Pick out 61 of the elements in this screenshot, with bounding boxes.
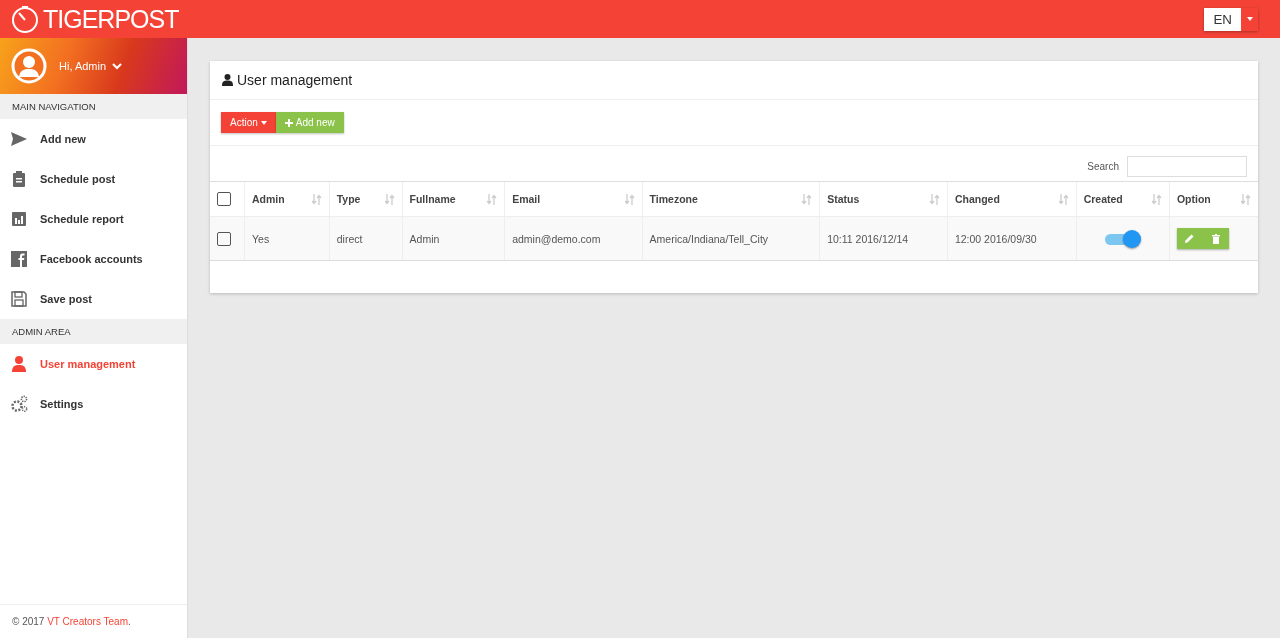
action-button[interactable]: Action bbox=[221, 112, 276, 133]
section-heading: ADMIN AREA bbox=[0, 319, 187, 344]
sort-icon[interactable] bbox=[624, 193, 635, 205]
row-checkbox[interactable] bbox=[217, 231, 231, 246]
sidebar-item[interactable]: Add new bbox=[0, 119, 187, 159]
column-header[interactable]: Admin bbox=[252, 193, 285, 205]
language-button[interactable]: EN bbox=[1204, 7, 1241, 31]
column-header[interactable]: Changed bbox=[954, 193, 1000, 205]
sidebar-item[interactable]: Settings bbox=[0, 384, 187, 424]
sort-icon[interactable] bbox=[929, 193, 940, 205]
column-header[interactable]: Type bbox=[336, 193, 361, 205]
sidebar-item[interactable]: Save post bbox=[0, 279, 187, 319]
column-header[interactable]: Timezone bbox=[649, 193, 698, 205]
table-cell: America/Indiana/Tell_City bbox=[649, 232, 769, 245]
sort-icon[interactable] bbox=[1241, 193, 1251, 205]
sidebar-item[interactable]: Schedule report bbox=[0, 199, 187, 239]
facebook-icon bbox=[10, 250, 28, 268]
user-icon bbox=[222, 74, 233, 86]
search-field[interactable] bbox=[1127, 156, 1247, 177]
language-dropdown[interactable] bbox=[1241, 7, 1258, 31]
table-cell: Admin bbox=[409, 232, 440, 245]
table-cell: 12:00 2016/09/30 bbox=[954, 232, 1037, 245]
column-header[interactable]: Fullname bbox=[409, 193, 456, 205]
copyright-text: © 2017 VT Creators Team. bbox=[0, 604, 187, 638]
column-header[interactable]: Status bbox=[827, 193, 860, 205]
pencil-icon bbox=[1185, 234, 1195, 243]
app-logo: TIGERPOST bbox=[43, 4, 179, 34]
table-cell: 10:11 2016/12/14 bbox=[827, 232, 909, 245]
sort-icon[interactable] bbox=[311, 193, 322, 205]
clipboard-icon bbox=[10, 170, 28, 188]
sort-icon[interactable] bbox=[384, 193, 395, 205]
bar-chart-icon bbox=[10, 210, 28, 228]
created-toggle[interactable] bbox=[1104, 229, 1141, 248]
chevron-down-icon bbox=[112, 62, 123, 70]
column-header[interactable]: Created bbox=[1083, 193, 1123, 205]
search-label: Search bbox=[1087, 161, 1119, 172]
table-cell: direct bbox=[336, 232, 363, 245]
stopwatch-icon bbox=[10, 4, 40, 34]
plus-icon bbox=[284, 118, 293, 127]
select-all-checkbox[interactable] bbox=[217, 192, 231, 206]
sidebar-item[interactable]: User management bbox=[0, 344, 187, 384]
table-cell: admin@demo.com bbox=[512, 232, 601, 245]
column-header[interactable]: Option bbox=[1176, 193, 1211, 205]
team-link[interactable]: VT Creators Team bbox=[47, 616, 128, 627]
sort-icon[interactable] bbox=[1151, 193, 1162, 205]
sort-icon[interactable] bbox=[1058, 193, 1069, 205]
sort-icon[interactable] bbox=[487, 193, 498, 205]
sidebar-item[interactable]: Facebook accounts bbox=[0, 239, 187, 279]
gears-icon bbox=[10, 395, 28, 413]
caret-icon bbox=[260, 120, 267, 125]
send-icon bbox=[10, 130, 28, 148]
panel-title: User management bbox=[237, 72, 353, 88]
section-heading: MAIN NAVIGATION bbox=[0, 94, 187, 119]
table-cell: Yes bbox=[252, 232, 270, 245]
sort-icon[interactable] bbox=[802, 193, 813, 205]
trash-icon bbox=[1211, 233, 1220, 244]
user-icon bbox=[10, 355, 28, 373]
sidebar-item[interactable]: Schedule post bbox=[0, 159, 187, 199]
avatar-icon bbox=[11, 48, 47, 84]
column-header[interactable]: Email bbox=[512, 193, 541, 205]
caret-icon bbox=[1246, 17, 1253, 21]
